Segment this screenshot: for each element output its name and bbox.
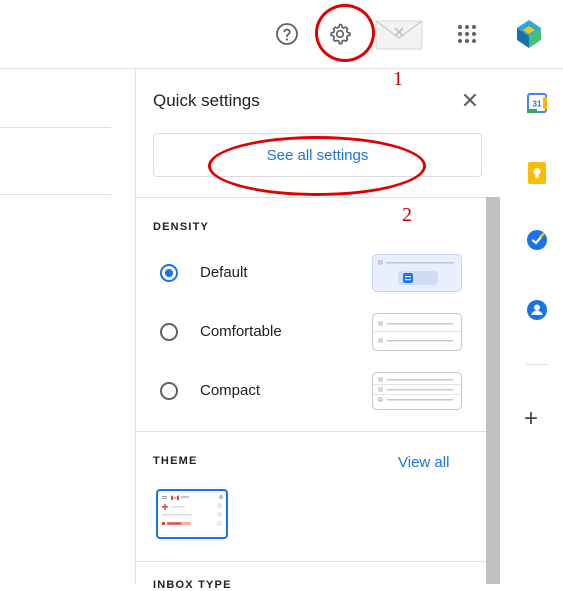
add-app-button[interactable]: + [524, 405, 538, 433]
apps-grid-icon [458, 25, 476, 43]
close-button[interactable]: ✕ [456, 87, 484, 115]
quick-settings-title: Quick settings [153, 91, 260, 110]
panel-scrollbar[interactable] [486, 197, 500, 584]
theme-section-label: THEME [153, 455, 198, 467]
section-divider [136, 431, 486, 432]
section-divider [136, 197, 486, 198]
side-app-rail: 31 + [502, 69, 563, 584]
top-bar [0, 0, 563, 68]
rail-divider [526, 364, 548, 365]
svg-text:31: 31 [533, 100, 542, 109]
density-option-label: Comfortable [200, 323, 282, 340]
close-icon: ✕ [460, 88, 480, 113]
quick-settings-panel: Quick settings ✕ See all settings DENSIT… [135, 69, 502, 591]
mail-list-divider [0, 127, 111, 128]
radio-button[interactable] [160, 382, 178, 400]
density-section-label: DENSITY [153, 221, 210, 233]
calendar-icon: 31 [527, 93, 547, 113]
apps-button[interactable] [447, 14, 487, 54]
help-circle-icon [276, 23, 298, 45]
density-option-comfortable[interactable]: Comfortable [153, 313, 483, 353]
contacts-app-button[interactable] [526, 299, 548, 321]
inbox-type-section-label: INBOX TYPE [153, 579, 232, 591]
density-option-label: Compact [200, 382, 261, 399]
tasks-app-button[interactable] [526, 229, 548, 251]
density-option-label: Default [200, 264, 248, 281]
section-divider [136, 561, 486, 562]
mail-list-divider [0, 194, 111, 195]
help-button[interactable] [267, 14, 307, 54]
view-all-themes-link[interactable]: View all [398, 454, 449, 471]
brand-logo[interactable] [514, 18, 544, 55]
density-preview-default [372, 254, 462, 292]
gear-icon [330, 23, 351, 45]
radio-button[interactable] [160, 323, 178, 341]
mail-envelope-icon [375, 20, 423, 55]
annotation-number-2: 2 [402, 204, 412, 226]
keep-app-button[interactable] [526, 162, 548, 184]
keep-icon [528, 162, 546, 184]
radio-button-checked[interactable] [160, 264, 178, 282]
density-option-compact[interactable]: Compact [153, 372, 483, 412]
see-all-settings-button[interactable]: See all settings [153, 133, 482, 177]
theme-preview-default[interactable] [156, 489, 228, 539]
density-preview-compact [372, 372, 462, 410]
density-preview-comfortable [372, 313, 462, 351]
settings-button[interactable] [320, 14, 360, 54]
tasks-icon [527, 230, 547, 250]
calendar-app-button[interactable]: 31 [526, 92, 548, 114]
contacts-icon [527, 300, 547, 320]
annotation-number-1: 1 [393, 68, 403, 90]
density-option-default[interactable]: Default [153, 254, 483, 294]
